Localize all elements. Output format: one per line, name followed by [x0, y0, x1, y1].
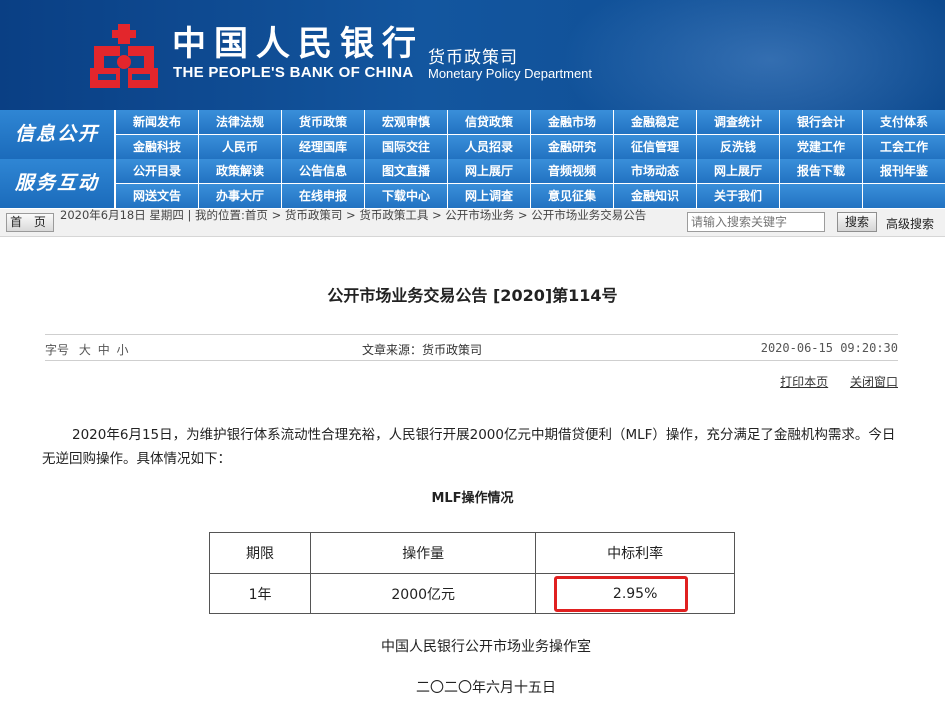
nav-service-item[interactable]: 网上展厅 [448, 159, 530, 183]
highlight-box [554, 576, 689, 612]
nav-service-item[interactable]: 音频视频 [531, 159, 613, 183]
header-term: 期限 [208, 532, 312, 574]
cell-rate: 2.95% [535, 573, 735, 614]
nav-section-label: 信息公开 [0, 110, 114, 159]
nav-service-item[interactable]: 办事大厅 [199, 184, 281, 208]
nav-service-item[interactable]: 公开目录 [116, 159, 198, 183]
nav-service-item[interactable]: 政策解读 [199, 159, 281, 183]
nav-grid-info: 新闻发布 法律法规 货币政策 宏观审慎 信贷政策 金融市场 金融稳定 调查统计 银行会计 支付体系… [116, 110, 945, 159]
home-button[interactable]: 首 页 [6, 213, 54, 232]
nav-service-item [863, 184, 945, 208]
nav-service-item[interactable]: 报告下载 [780, 159, 862, 183]
nav-info-item[interactable]: 党建工作 [780, 135, 862, 159]
font-size-label: 字号 [45, 343, 70, 357]
font-size-large[interactable]: 大 [79, 343, 91, 357]
nav-info-item[interactable]: 人民币 [199, 135, 281, 159]
pboc-logo-icon [90, 24, 158, 88]
dept-name-cn: 货币政策司 [428, 48, 518, 68]
nav-info-item[interactable]: 金融科技 [116, 135, 198, 159]
search-input[interactable] [687, 212, 825, 232]
table-title: MLF操作情况 [431, 491, 514, 506]
header-banner: 中国人民银行 THE PEOPLE'S BANK OF CHINA 货币政策司 … [0, 0, 945, 110]
nav-service-item[interactable]: 图文直播 [365, 159, 447, 183]
nav-service-item[interactable]: 在线申报 [282, 184, 364, 208]
font-size-small[interactable]: 小 [117, 343, 129, 357]
font-size-medium[interactable]: 中 [98, 343, 110, 357]
nav-info-item[interactable]: 工会工作 [863, 135, 945, 159]
nav-info-item[interactable]: 银行会计 [780, 110, 862, 134]
nav-info-item[interactable]: 新闻发布 [116, 110, 198, 134]
article-actions: 打印本页 关闭窗口 [762, 373, 898, 390]
cell-volume: 2000亿元 [310, 573, 537, 614]
signature-date: 二〇二〇年六月十五日 [416, 680, 556, 696]
dept-name-en: Monetary Policy Department [428, 66, 593, 81]
nav-info-item[interactable]: 金融市场 [531, 110, 613, 134]
nav-service-item [780, 184, 862, 208]
nav-info-item[interactable]: 信贷政策 [448, 110, 530, 134]
breadcrumb: 2020年6月18日 星期四 | 我的位置:首页 > 货币政策司 > 货币政策工… [60, 208, 647, 222]
cell-term: 1年 [208, 573, 312, 614]
nav-service-item[interactable]: 网送文告 [116, 184, 198, 208]
bank-name-en: THE PEOPLE'S BANK OF CHINA [173, 64, 414, 81]
location-bar: 首 页 2020年6月18日 星期四 | 我的位置:首页 > 货币政策司 > 货… [0, 209, 945, 237]
font-size-controls: 字号 大 中 小 [45, 341, 129, 358]
search-button[interactable]: 搜索 [837, 212, 877, 232]
table-header-row: 期限 操作量 中标利率 [208, 532, 735, 574]
main-nav: 信息公开 新闻发布 法律法规 货币政策 宏观审慎 信贷政策 金融市场 金融稳定 调查统计 银行会… [0, 110, 945, 208]
advanced-search-link[interactable]: 高级搜索 [886, 215, 934, 232]
mlf-table: 期限 操作量 中标利率 1年 2000亿元 2.95% [208, 532, 735, 614]
nav-service-item[interactable]: 公告信息 [282, 159, 364, 183]
nav-info-item[interactable]: 国际交往 [365, 135, 447, 159]
article-meta: 字号 大 中 小 文章来源：货币政策司 2020-06-15 09:20:30 [45, 334, 898, 361]
header-rate: 中标利率 [535, 532, 735, 574]
print-link[interactable]: 打印本页 [780, 375, 828, 389]
nav-info-item[interactable]: 征信管理 [614, 135, 696, 159]
article-datetime: 2020-06-15 09:20:30 [760, 341, 898, 355]
nav-info-item[interactable]: 经理国库 [282, 135, 364, 159]
nav-grid-service: 公开目录 政策解读 公告信息 图文直播 网上展厅 音频视频 市场动态 网上展厅 报告下载 报刊年鉴… [116, 159, 945, 208]
signature-org: 中国人民银行公开市场业务操作室 [381, 639, 591, 655]
header-volume: 操作量 [310, 532, 537, 574]
nav-info-item[interactable]: 货币政策 [282, 110, 364, 134]
close-window-link[interactable]: 关闭窗口 [850, 375, 898, 389]
nav-service-item[interactable]: 下载中心 [365, 184, 447, 208]
nav-service-item[interactable]: 关于我们 [697, 184, 779, 208]
nav-section-service: 服务互动 公开目录 政策解读 公告信息 图文直播 网上展厅 音频视频 市场动态 网上展厅 报告下… [0, 159, 945, 208]
nav-info-item[interactable]: 调查统计 [697, 110, 779, 134]
nav-service-item[interactable]: 市场动态 [614, 159, 696, 183]
nav-info-item[interactable]: 人员招录 [448, 135, 530, 159]
article-paragraph: 2020年6月15日，为维护银行体系流动性合理充裕，人民银行开展2000亿元中期… [42, 427, 896, 467]
nav-service-item[interactable]: 网上展厅 [697, 159, 779, 183]
nav-service-item[interactable]: 网上调查 [448, 184, 530, 208]
table-row: 1年 2000亿元 2.95% [208, 573, 735, 614]
banner-glow [560, 0, 945, 110]
nav-service-item[interactable]: 报刊年鉴 [863, 159, 945, 183]
nav-section-info: 信息公开 新闻发布 法律法规 货币政策 宏观审慎 信贷政策 金融市场 金融稳定 调查统计 银行会… [0, 110, 945, 159]
nav-service-item[interactable]: 金融知识 [614, 184, 696, 208]
article-source: 文章来源：货币政策司 [362, 343, 483, 357]
nav-section-label: 服务互动 [0, 159, 114, 208]
nav-info-item[interactable]: 宏观审慎 [365, 110, 447, 134]
bank-name-cn: 中国人民银行 [172, 24, 424, 64]
nav-info-item[interactable]: 法律法规 [199, 110, 281, 134]
nav-info-item[interactable]: 支付体系 [863, 110, 945, 134]
nav-info-item[interactable]: 金融稳定 [614, 110, 696, 134]
nav-info-item[interactable]: 反洗钱 [697, 135, 779, 159]
page-title: 公开市场业务交易公告 [2020]第114号 [327, 286, 618, 305]
nav-service-item[interactable]: 意见征集 [531, 184, 613, 208]
nav-info-item[interactable]: 金融研究 [531, 135, 613, 159]
